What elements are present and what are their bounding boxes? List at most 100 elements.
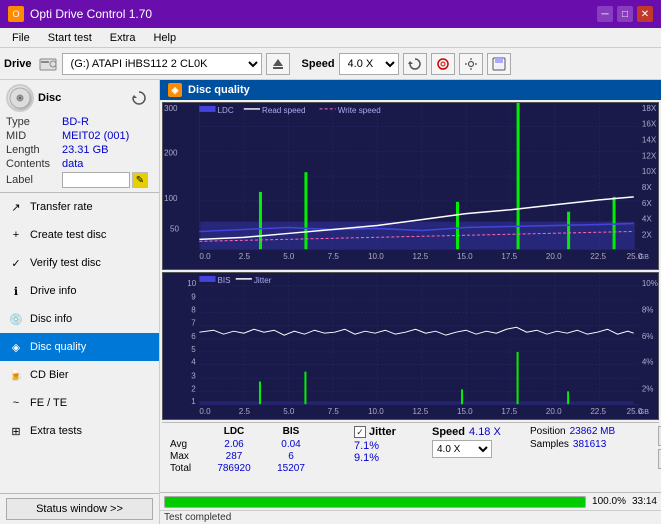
svg-text:22.5: 22.5 xyxy=(590,407,606,416)
svg-text:10: 10 xyxy=(187,279,197,288)
svg-text:6: 6 xyxy=(191,332,196,341)
speed-dropdown[interactable]: 4.0 X2.0 X6.0 X xyxy=(432,440,492,458)
svg-text:1: 1 xyxy=(191,397,196,406)
disc-quality-icon: ◈ xyxy=(8,339,24,355)
label-label: Label xyxy=(6,174,62,186)
sidebar-item-drive-info[interactable]: ℹ Drive info xyxy=(0,277,159,305)
svg-text:8X: 8X xyxy=(642,183,653,192)
svg-text:10.0: 10.0 xyxy=(368,407,384,416)
sidebar-item-disc-quality[interactable]: ◈ Disc quality xyxy=(0,333,159,361)
app-icon: O xyxy=(8,6,24,22)
sidebar-item-transfer-rate[interactable]: ↗ Transfer rate xyxy=(0,193,159,221)
quality-header: ◈ Disc quality xyxy=(160,80,661,100)
jitter-checkbox[interactable]: ✓ xyxy=(354,426,366,438)
type-label: Type xyxy=(6,116,62,128)
svg-text:0.0: 0.0 xyxy=(199,407,211,416)
main-container: Disc Type BD-R MID MEIT02 (001) Length 2… xyxy=(0,80,661,524)
svg-text:20.0: 20.0 xyxy=(546,252,562,261)
svg-text:10.0: 10.0 xyxy=(368,252,384,261)
menu-extra[interactable]: Extra xyxy=(102,30,144,46)
menu-help[interactable]: Help xyxy=(145,30,184,46)
svg-text:8: 8 xyxy=(191,306,196,315)
status-window-button[interactable]: Status window >> xyxy=(6,498,153,520)
quality-title: Disc quality xyxy=(188,84,250,96)
fe-te-icon: ~ xyxy=(8,395,24,411)
nav-label-disc-info: Disc info xyxy=(30,313,72,325)
nav-label-disc-quality: Disc quality xyxy=(30,341,86,353)
label-input[interactable] xyxy=(62,172,130,188)
svg-text:Jitter: Jitter xyxy=(254,276,272,285)
disc-header-label: Disc xyxy=(38,92,61,104)
nav-label-transfer-rate: Transfer rate xyxy=(30,201,93,213)
progress-percent: 100.0% xyxy=(592,496,626,507)
speed-select[interactable]: 4.0 X 1.0 X 2.0 X 6.0 X 8.0 X xyxy=(339,53,399,75)
quality-panel: 300 200 100 50 0.0 2.5 5.0 7.5 10.0 12.5… xyxy=(160,100,661,492)
burn-button[interactable] xyxy=(431,53,455,75)
sidebar-item-extra-tests[interactable]: ⊞ Extra tests xyxy=(0,417,159,445)
disc-info-icon: 💿 xyxy=(8,311,24,327)
menu-start-test[interactable]: Start test xyxy=(40,30,100,46)
svg-text:12.5: 12.5 xyxy=(413,407,429,416)
menu-file[interactable]: File xyxy=(4,30,38,46)
sidebar-item-verify-test-disc[interactable]: ✓ Verify test disc xyxy=(0,249,159,277)
eject-button[interactable] xyxy=(266,53,290,75)
svg-text:Read speed: Read speed xyxy=(262,106,306,115)
settings-button[interactable] xyxy=(459,53,483,75)
disc-icon xyxy=(6,84,34,112)
bottom-chart: 1 2 3 4 5 6 7 8 9 10 0.0 2.5 5.0 7.5 1 xyxy=(162,272,659,420)
svg-text:4: 4 xyxy=(191,358,196,367)
svg-text:9: 9 xyxy=(191,293,196,302)
close-button[interactable]: ✕ xyxy=(637,6,653,22)
label-save-button[interactable]: ✎ xyxy=(132,172,148,188)
svg-text:2.5: 2.5 xyxy=(239,407,251,416)
minimize-button[interactable]: ─ xyxy=(597,6,613,22)
svg-text:2X: 2X xyxy=(642,230,653,239)
drive-select[interactable]: (G:) ATAPI iHBS112 2 CL0K xyxy=(62,53,262,75)
speed-value: 4.18 X xyxy=(469,426,501,438)
max-ldc: 287 xyxy=(204,451,264,462)
svg-text:7.5: 7.5 xyxy=(328,407,340,416)
stats-bar: LDC BIS Avg 2.06 0.04 Max 287 6 Total xyxy=(162,422,659,477)
menu-bar: File Start test Extra Help xyxy=(0,28,661,48)
avg-bis: 0.04 xyxy=(266,439,316,450)
svg-text:100: 100 xyxy=(164,194,178,203)
svg-text:7: 7 xyxy=(191,318,196,327)
svg-text:0.0: 0.0 xyxy=(199,252,211,261)
svg-text:2%: 2% xyxy=(642,384,654,393)
sidebar-item-disc-info[interactable]: 💿 Disc info xyxy=(0,305,159,333)
svg-text:17.5: 17.5 xyxy=(501,252,517,261)
samples-value: 381613 xyxy=(573,439,606,450)
svg-text:8%: 8% xyxy=(642,306,654,315)
app-title: Opti Drive Control 1.70 xyxy=(30,7,152,21)
samples-label: Samples xyxy=(530,439,569,450)
ldc-col-header: LDC xyxy=(204,426,264,437)
svg-text:16X: 16X xyxy=(642,120,657,129)
svg-text:7.5: 7.5 xyxy=(328,252,340,261)
svg-text:BIS: BIS xyxy=(218,276,231,285)
save-button[interactable] xyxy=(487,53,511,75)
svg-text:300: 300 xyxy=(164,104,178,113)
svg-text:12.5: 12.5 xyxy=(413,252,429,261)
sidebar-item-fe-te[interactable]: ~ FE / TE xyxy=(0,389,159,417)
svg-text:15.0: 15.0 xyxy=(457,407,473,416)
svg-text:5.0: 5.0 xyxy=(283,252,295,261)
nav-label-create-test-disc: Create test disc xyxy=(30,229,106,241)
status-text: Test completed xyxy=(164,512,231,523)
sidebar-item-create-test-disc[interactable]: + Create test disc xyxy=(0,221,159,249)
bottom-chart-svg: 1 2 3 4 5 6 7 8 9 10 0.0 2.5 5.0 7.5 1 xyxy=(163,273,658,419)
total-label: Total xyxy=(170,463,202,474)
drive-label: Drive xyxy=(4,58,32,70)
nav-label-cd-bier: CD Bier xyxy=(30,369,69,381)
position-label: Position xyxy=(530,426,566,437)
bis-col-header: BIS xyxy=(266,426,316,437)
refresh-button[interactable] xyxy=(403,53,427,75)
disc-refresh-button[interactable] xyxy=(125,84,153,112)
progress-bar-inner xyxy=(165,497,585,507)
maximize-button[interactable]: □ xyxy=(617,6,633,22)
sidebar-item-cd-bier[interactable]: 🍺 CD Bier xyxy=(0,361,159,389)
svg-text:200: 200 xyxy=(164,148,178,157)
svg-text:6X: 6X xyxy=(642,199,653,208)
speed-label: Speed xyxy=(302,58,335,70)
mid-value: MEIT02 (001) xyxy=(62,130,129,142)
length-value: 23.31 GB xyxy=(62,144,108,156)
